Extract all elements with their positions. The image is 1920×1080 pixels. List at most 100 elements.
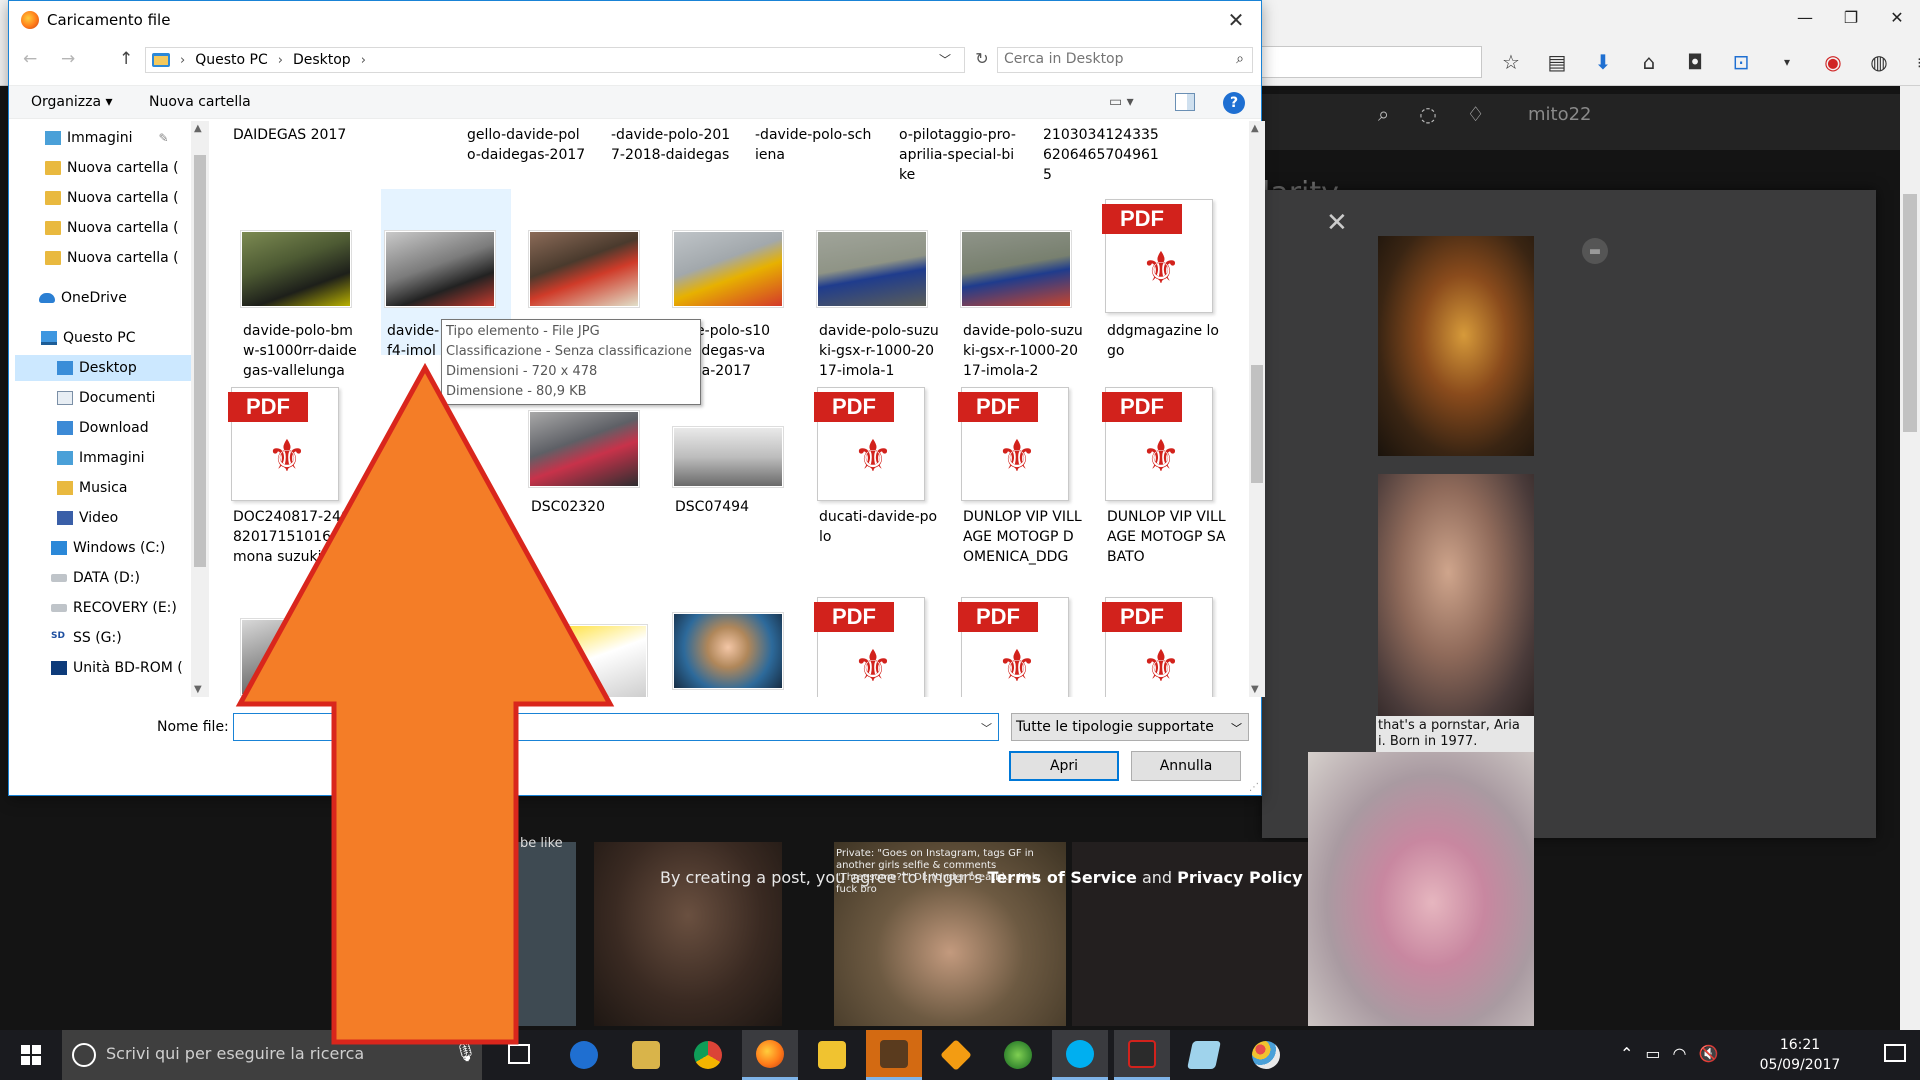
- nav-item-download[interactable]: Download: [57, 415, 205, 441]
- battery-icon[interactable]: ▭: [1645, 1044, 1660, 1063]
- wifi-icon[interactable]: ◠: [1673, 1044, 1687, 1063]
- terms-of-service-link[interactable]: Terms of Service: [988, 868, 1137, 887]
- menu-dropdown-icon[interactable]: ▾: [1768, 46, 1806, 78]
- gallery-thumb-girl[interactable]: [1308, 752, 1534, 1026]
- gallery-thumb-burger[interactable]: [1378, 236, 1534, 456]
- hamburger-menu-icon[interactable]: ≡: [1906, 46, 1920, 78]
- nav-item-onedrive[interactable]: OneDrive: [39, 285, 205, 311]
- nav-item-windows-c[interactable]: Windows (C:): [51, 535, 205, 561]
- breadcrumb-questo-pc[interactable]: Questo PC: [195, 52, 268, 68]
- nav-item-desktop[interactable]: Desktop: [15, 355, 203, 381]
- volume-muted-icon[interactable]: 🔇: [1699, 1044, 1719, 1063]
- chevron-down-icon[interactable]: ﹀: [981, 720, 992, 736]
- nav-item-data-d[interactable]: DATA (D:): [51, 565, 205, 591]
- nav-item-ss-g[interactable]: SD SS (G:): [51, 625, 205, 651]
- file-explorer-icon[interactable]: [804, 1030, 860, 1080]
- url-bar[interactable]: [1262, 46, 1482, 78]
- nav-item-label: Nuova cartella (: [67, 190, 179, 206]
- star-icon[interactable]: ☆: [1492, 46, 1530, 78]
- close-window-button[interactable]: ✕: [1874, 0, 1920, 34]
- download-icon[interactable]: ⬇: [1584, 46, 1622, 78]
- chevron-up-icon[interactable]: ▲: [194, 123, 202, 134]
- search-icon[interactable]: ⌕: [1236, 51, 1244, 67]
- chevron-down-icon[interactable]: ﹀: [939, 51, 951, 68]
- new-folder-button[interactable]: Nuova cartella: [149, 94, 251, 110]
- clock[interactable]: 16:21 05/09/2017: [1740, 1035, 1860, 1075]
- change-view-button[interactable]: ▭ ▾: [1109, 94, 1149, 110]
- help-button[interactable]: ?: [1223, 92, 1245, 114]
- page-scrollbar[interactable]: [1900, 86, 1920, 1030]
- paint-icon[interactable]: [1238, 1030, 1294, 1080]
- firefox-icon[interactable]: [742, 1030, 798, 1080]
- nav-item-questo-pc[interactable]: Questo PC: [41, 325, 205, 351]
- minimize-button[interactable]: —: [1782, 0, 1828, 34]
- nav-pane-scrollbar[interactable]: ▲ ▼: [191, 121, 209, 697]
- breadcrumb-desktop[interactable]: Desktop: [293, 52, 351, 68]
- nav-item-immagini-pinned[interactable]: Immagini ✎: [45, 125, 205, 151]
- pin-icon: ✎: [158, 131, 169, 145]
- breadcrumb[interactable]: › Questo PC › Desktop ›: [145, 47, 965, 73]
- notification-center-icon[interactable]: [1884, 1044, 1906, 1062]
- acrobat-icon[interactable]: [1114, 1030, 1170, 1080]
- nav-item-bd-rom[interactable]: Unità BD-ROM (: [51, 655, 205, 681]
- home-icon[interactable]: ⌂: [1630, 46, 1668, 78]
- back-arrow-icon[interactable]: ←: [23, 49, 37, 69]
- chat-icon[interactable]: ◌: [1419, 102, 1436, 126]
- modal-close-icon[interactable]: ✕: [1326, 208, 1348, 238]
- chevron-right-icon[interactable]: ›: [278, 53, 283, 68]
- chevron-right-icon[interactable]: ›: [361, 53, 366, 68]
- forward-arrow-icon[interactable]: →: [61, 49, 75, 69]
- nav-item-musica[interactable]: Musica: [57, 475, 205, 501]
- search-box[interactable]: ⌕: [997, 47, 1253, 73]
- chevron-up-icon[interactable]: ▲: [1251, 123, 1259, 134]
- pocket-icon[interactable]: ◘: [1676, 46, 1714, 78]
- refresh-icon[interactable]: ↻: [969, 49, 995, 73]
- privacy-policy-link[interactable]: Privacy Policy: [1177, 868, 1302, 887]
- screenshot-icon[interactable]: ⊡: [1722, 46, 1760, 78]
- nav-item-immagini[interactable]: Immagini: [57, 445, 205, 471]
- resize-grip-icon[interactable]: ⋰: [1249, 782, 1259, 793]
- page-scroll-thumb[interactable]: [1903, 194, 1917, 432]
- vlc-icon[interactable]: [928, 1030, 984, 1080]
- nav-item-documenti[interactable]: Documenti: [57, 385, 205, 411]
- nav-item-nuova-cartella-3[interactable]: Nuova cartella (: [45, 215, 205, 241]
- image-thumbnail: [961, 231, 1071, 307]
- up-arrow-icon[interactable]: ↑: [119, 49, 133, 69]
- reader-icon[interactable]: ▤: [1538, 46, 1576, 78]
- restore-button[interactable]: ❐: [1828, 0, 1874, 34]
- bd-rom-icon: [51, 661, 67, 675]
- chevron-down-icon[interactable]: ﹀: [1231, 720, 1242, 736]
- search-input[interactable]: [1004, 51, 1214, 67]
- start-button[interactable]: [0, 1030, 62, 1080]
- nav-item-nuova-cartella-1[interactable]: Nuova cartella (: [45, 155, 205, 181]
- nav-item-recovery-e[interactable]: RECOVERY (E:): [51, 595, 205, 621]
- organize-button[interactable]: Organizza ▾: [31, 94, 113, 110]
- chevron-up-icon[interactable]: ⌃: [1620, 1044, 1633, 1063]
- filetype-select[interactable]: Tutte le tipologie supportate ﹀: [1011, 713, 1249, 741]
- file-list-scrollbar[interactable]: ▲ ▼: [1249, 121, 1265, 697]
- notes-icon[interactable]: [1176, 1030, 1232, 1080]
- skype-icon[interactable]: [1052, 1030, 1108, 1080]
- file-scroll-thumb[interactable]: [1251, 365, 1263, 483]
- search-icon[interactable]: ⌕: [1378, 102, 1389, 126]
- chrome-icon[interactable]: [680, 1030, 736, 1080]
- explorer-files-icon[interactable]: [618, 1030, 674, 1080]
- chevron-down-icon[interactable]: ▼: [194, 684, 202, 695]
- nav-scroll-thumb[interactable]: [194, 155, 206, 567]
- cancel-button[interactable]: Annulla: [1131, 751, 1241, 781]
- preview-pane-icon[interactable]: [1175, 93, 1195, 111]
- bell-icon[interactable]: ♢: [1467, 102, 1485, 126]
- dialog-close-button[interactable]: ✕: [1221, 7, 1251, 33]
- comment-icon[interactable]: ▬: [1582, 238, 1608, 264]
- globe-icon[interactable]: ◍: [1860, 46, 1898, 78]
- imgur-username[interactable]: mito22: [1528, 104, 1592, 125]
- store-icon[interactable]: [866, 1030, 922, 1080]
- addon-icon[interactable]: ◉: [1814, 46, 1852, 78]
- open-button[interactable]: Apri: [1009, 751, 1119, 781]
- gallery-thumb-baby[interactable]: [1378, 474, 1534, 720]
- chevron-down-icon[interactable]: ▼: [1251, 684, 1259, 695]
- globe-icon[interactable]: [990, 1030, 1046, 1080]
- nav-item-nuova-cartella-4[interactable]: Nuova cartella (: [45, 245, 205, 271]
- nav-item-video[interactable]: Video: [57, 505, 205, 531]
- nav-item-nuova-cartella-2[interactable]: Nuova cartella (: [45, 185, 205, 211]
